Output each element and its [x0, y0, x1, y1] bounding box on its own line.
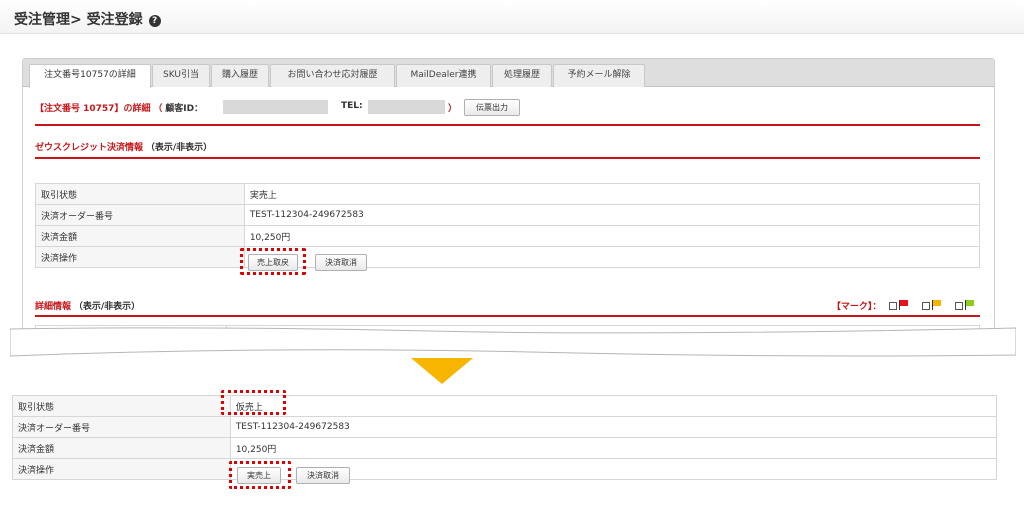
- zeus-section-heading: ゼウスクレジット決済情報 （表示/非表示）: [35, 140, 212, 153]
- zeus-section-divider: [35, 157, 980, 159]
- down-arrow-icon: [411, 358, 473, 384]
- customer-id-label: 顧客ID：: [165, 104, 204, 114]
- table-row: 決済金額 10,250円: [35, 225, 981, 247]
- customer-open-paren: （: [153, 104, 163, 114]
- cell-value: 仮売上: [229, 395, 998, 417]
- table-row: 決済操作: [35, 246, 981, 268]
- cell-label: 取引状態: [12, 395, 231, 417]
- green-flag-icon: [965, 300, 974, 310]
- payment-table-after: 取引状態 仮売上 決済オーダー番号 TEST-112304-249672583 …: [12, 395, 998, 480]
- highlight-box: [240, 248, 306, 275]
- torn-edge-divider: [10, 327, 1016, 357]
- page-header: 受注管理> 受注登録?: [0, 0, 1024, 34]
- table-row: 決済オーダー番号 TEST-112304-249672583: [12, 416, 998, 438]
- payment-cancel-button-after[interactable]: 決済取消: [296, 467, 350, 484]
- cell-label: 取引状態: [35, 183, 245, 205]
- detail-section-title: 詳細情報: [35, 302, 72, 312]
- cell-value: TEST-112304-249672583: [229, 416, 998, 438]
- cell-label: 決済操作: [35, 246, 245, 268]
- cell-value: 10,250円: [243, 225, 981, 247]
- zeus-section-title: ゼウスクレジット決済情報: [35, 143, 144, 153]
- mark-green-checkbox[interactable]: [955, 302, 963, 310]
- cell-value: TEST-112304-249672583: [243, 204, 981, 226]
- order-title: 【注文番号 10757】の詳細: [35, 104, 151, 114]
- tab-bar: 注文番号10757の詳細 SKU引当 購入履歴 お問い合わせ応対履歴 MailD…: [23, 59, 994, 88]
- table-row: 決済操作: [12, 458, 998, 480]
- table-row: 決済金額 10,250円: [12, 437, 998, 459]
- page-title: 受注管理> 受注登録?: [14, 9, 161, 29]
- detail-section-heading: 詳細情報 （表示/非表示）: [35, 299, 140, 312]
- mark-red-checkbox[interactable]: [889, 302, 898, 310]
- tab-process-history[interactable]: 処理履歴: [492, 64, 552, 87]
- cell-label: 決済操作: [12, 458, 231, 480]
- tab-inquiry-history[interactable]: お問い合わせ応対履歴: [270, 64, 395, 87]
- table-row: 取引状態 仮売上: [12, 395, 998, 417]
- tab-reservation-mail[interactable]: 予約メール解除: [553, 64, 645, 87]
- tab-purchase-history[interactable]: 購入履歴: [211, 64, 269, 87]
- yellow-flag-icon: [932, 300, 942, 310]
- tab-order-detail[interactable]: 注文番号10757の詳細: [29, 64, 151, 88]
- cell-label: 決済金額: [12, 437, 231, 459]
- help-icon[interactable]: ?: [148, 15, 161, 27]
- table-row: 決済オーダー番号 TEST-112304-249672583: [35, 204, 981, 226]
- order-heading: 【注文番号 10757】の詳細 （ 顧客ID：: [35, 101, 203, 114]
- status-highlight-box: [221, 390, 286, 415]
- order-close-paren: ）: [448, 104, 458, 114]
- cell-label: 決済金額: [35, 225, 245, 247]
- tab-sku[interactable]: SKU引当: [152, 64, 210, 87]
- table-row: 取引状態 実売上: [35, 183, 981, 205]
- detail-section-divider: [35, 315, 980, 317]
- button-highlight-box: [229, 461, 291, 489]
- mark-selector: 【マーク】：: [832, 299, 980, 312]
- cell-value: 10,250円: [229, 437, 998, 459]
- tel-label: TEL:: [341, 101, 363, 111]
- order-detail-panel: 注文番号10757の詳細 SKU引当 購入履歴 お問い合わせ応対履歴 MailD…: [22, 58, 995, 348]
- red-flag-icon: [899, 300, 909, 310]
- payment-table-before: 取引状態 実売上 決済オーダー番号 TEST-112304-249672583 …: [35, 183, 981, 268]
- slip-output-button[interactable]: 伝票出力: [464, 99, 520, 116]
- tel-redacted: [368, 100, 445, 114]
- cell-value: 実売上: [243, 183, 981, 205]
- tab-maildealer[interactable]: MailDealer連携: [396, 64, 491, 87]
- payment-cancel-button[interactable]: 決済取消: [315, 254, 367, 271]
- mark-label: 【マーク】：: [831, 302, 882, 312]
- detail-section-toggle[interactable]: （表示/非表示）: [74, 302, 140, 312]
- order-heading-divider: [35, 124, 980, 126]
- page-title-text: 受注管理> 受注登録: [14, 12, 143, 28]
- zeus-section-toggle[interactable]: （表示/非表示）: [146, 143, 212, 153]
- customer-id-redacted: [223, 100, 328, 114]
- cell-label: 決済オーダー番号: [12, 416, 231, 438]
- cell-label: 決済オーダー番号: [35, 204, 245, 226]
- mark-yellow-checkbox[interactable]: [922, 302, 931, 310]
